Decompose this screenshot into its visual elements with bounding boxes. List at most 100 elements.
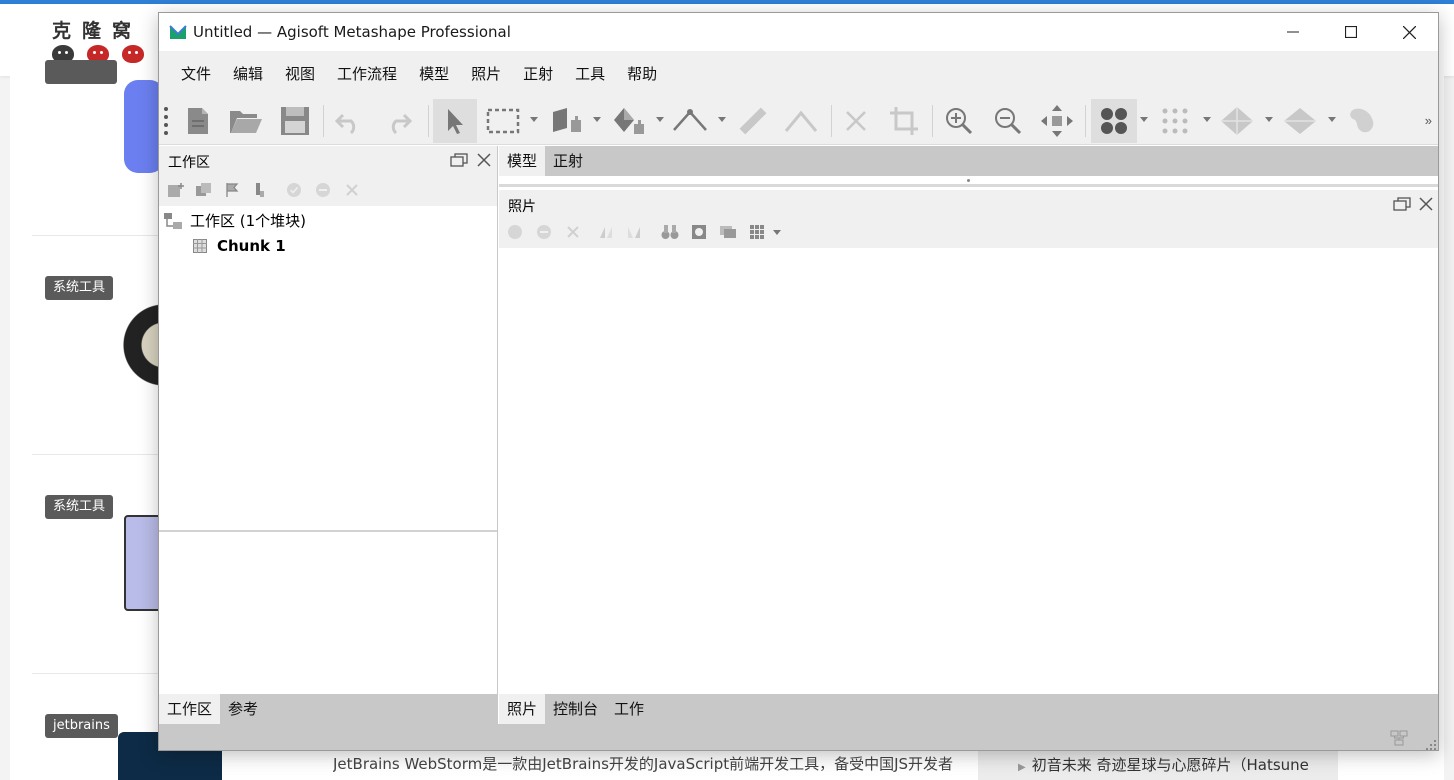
new-button[interactable] [178, 101, 218, 141]
rect-select-button[interactable] [483, 101, 523, 141]
add-photos-button[interactable] [195, 181, 213, 199]
tab-jobs[interactable]: 工作 [606, 694, 652, 724]
tiled-model-dropdown[interactable] [1328, 117, 1336, 122]
rotate-left-button[interactable] [597, 223, 615, 241]
tab-model[interactable]: 模型 [499, 146, 546, 176]
minus-circle-icon [537, 225, 551, 239]
zoom-out-icon [995, 108, 1022, 135]
minimize-button[interactable] [1264, 13, 1322, 51]
photo-enable-button[interactable] [506, 223, 524, 241]
reset-view-button[interactable] [1037, 101, 1077, 141]
photo-remove-button[interactable] [564, 223, 582, 241]
add-chunk-icon [168, 183, 184, 197]
tree-item-workspace[interactable]: 工作区 (1个堆块) [164, 210, 306, 231]
divider [32, 673, 162, 674]
menu-model[interactable]: 模型 [408, 59, 460, 89]
navigation-dropdown[interactable] [593, 117, 601, 122]
zoom-in-button[interactable] [939, 101, 979, 141]
enable-button[interactable] [285, 181, 303, 199]
rect-select-dropdown[interactable] [530, 117, 538, 122]
menu-workflow[interactable]: 工作流程 [326, 59, 408, 89]
app-thumbnail[interactable] [116, 290, 164, 400]
photo-disable-button[interactable] [535, 223, 553, 241]
rotate-button[interactable] [609, 101, 649, 141]
tab-ortho[interactable]: 正射 [545, 146, 591, 176]
rotate-right-button[interactable] [625, 223, 643, 241]
float-panel-button[interactable] [449, 150, 469, 170]
sidebar-link[interactable]: ▶ 初音未来 奇迹星球与心愿碎片（Hatsune [1018, 754, 1309, 775]
menu-help[interactable]: 帮助 [616, 59, 668, 89]
close-panel-button[interactable] [474, 150, 494, 170]
toolbar-grip-icon[interactable] [164, 107, 168, 135]
reset-filter-button[interactable] [661, 223, 679, 241]
rotate-dropdown[interactable] [656, 117, 664, 122]
close-photos-button[interactable] [1416, 194, 1436, 214]
open-button[interactable] [226, 101, 266, 141]
title-bar[interactable]: Untitled — Agisoft Metashape Professiona… [159, 13, 1438, 51]
add-photos-icon [196, 183, 211, 196]
delete-button[interactable] [836, 101, 876, 141]
dem-button[interactable] [1343, 101, 1383, 141]
grid-dropdown[interactable] [773, 230, 781, 235]
category-tag[interactable]: 系统工具 [45, 276, 114, 300]
photos-list[interactable] [499, 248, 1438, 694]
redo-button[interactable] [378, 101, 418, 141]
category-tag[interactable]: jetbrains [45, 714, 118, 738]
add-marker-button[interactable] [223, 181, 241, 199]
remove-button[interactable] [343, 181, 361, 199]
tab-workspace[interactable]: 工作区 [159, 694, 221, 724]
close-button[interactable] [1380, 13, 1438, 51]
dense-cloud-button[interactable] [1155, 101, 1195, 141]
ruler-icon [673, 109, 707, 131]
points-button[interactable] [1091, 99, 1137, 143]
tree-item-chunk[interactable]: Chunk 1 [191, 237, 286, 255]
menu-edit[interactable]: 编辑 [222, 59, 274, 89]
menu-file[interactable]: 文件 [170, 59, 222, 89]
menu-tools[interactable]: 工具 [564, 59, 616, 89]
add-chunk-button[interactable] [167, 181, 185, 199]
toolbar-overflow-button[interactable]: » [1425, 113, 1432, 128]
dense-cloud-icon [1162, 108, 1188, 134]
zoom-out-button[interactable] [988, 101, 1028, 141]
navigation-button[interactable] [548, 101, 588, 141]
ruler-dropdown[interactable] [718, 117, 726, 122]
rotate-object-icon [614, 108, 644, 134]
photos-header: 照片 [499, 190, 1438, 216]
menu-photos[interactable]: 照片 [460, 59, 512, 89]
shape-tool-icon [739, 107, 767, 135]
workspace-tree-icon [164, 212, 182, 229]
angle-button[interactable] [781, 101, 821, 141]
menu-view[interactable]: 视图 [274, 59, 326, 89]
category-tag[interactable]: 系统工具 [45, 495, 114, 519]
select-button[interactable] [433, 99, 477, 143]
ruler-tool-button[interactable] [670, 101, 710, 141]
model-view-collapsed[interactable] [499, 176, 1438, 187]
points-dropdown[interactable] [1140, 117, 1148, 122]
crop-button[interactable] [884, 101, 924, 141]
panel-splitter[interactable] [159, 530, 497, 532]
thumbnail-grid-button[interactable] [748, 223, 766, 241]
dense-cloud-dropdown[interactable] [1203, 117, 1211, 122]
add-scalebar-button[interactable] [251, 181, 269, 199]
angle-icon [784, 110, 818, 132]
category-tag-partial[interactable] [45, 60, 117, 84]
tiled-model-button[interactable] [1280, 101, 1320, 141]
tab-console[interactable]: 控制台 [545, 694, 606, 724]
view-mode-button[interactable] [719, 223, 737, 241]
maximize-button[interactable] [1322, 13, 1380, 51]
save-button[interactable] [275, 101, 315, 141]
float-photos-button[interactable] [1392, 194, 1412, 214]
model-dropdown[interactable] [1265, 117, 1273, 122]
tab-reference[interactable]: 参考 [220, 694, 266, 724]
resize-grip-icon[interactable] [1426, 740, 1436, 750]
disable-button[interactable] [314, 181, 332, 199]
mask-button[interactable] [690, 223, 708, 241]
reset-view-icon [1041, 105, 1073, 137]
menu-ortho[interactable]: 正射 [512, 59, 564, 89]
undo-button[interactable] [329, 101, 369, 141]
points-icon [1101, 108, 1127, 134]
model-button[interactable] [1217, 101, 1257, 141]
rotate-right-icon [628, 227, 640, 238]
measure-button[interactable] [733, 101, 773, 141]
tab-photos[interactable]: 照片 [499, 694, 546, 724]
